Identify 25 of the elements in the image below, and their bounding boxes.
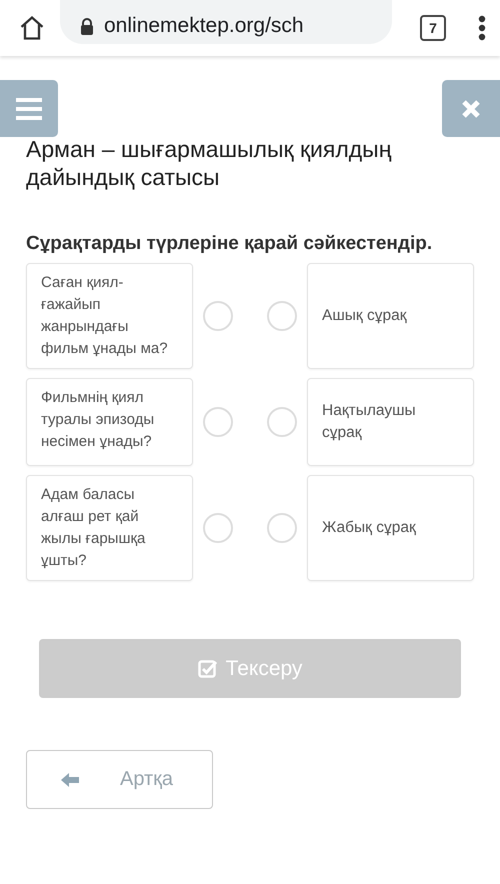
question-card[interactable]: Саған қиял-ғажайып жанрындағы фильм ұнады ма? <box>26 263 193 369</box>
close-button[interactable] <box>442 80 500 137</box>
menu-button[interactable] <box>0 80 58 137</box>
question-text: Сұрақтарды түрлеріне қарай сәйкестендір. <box>26 232 434 256</box>
address-bar[interactable]: onlinemektep.org/sch <box>60 0 392 44</box>
match-radio[interactable] <box>203 301 233 331</box>
arrow-left-icon <box>60 772 80 788</box>
match-radio[interactable] <box>203 513 233 543</box>
match-radio[interactable] <box>267 407 297 437</box>
answer-card[interactable]: Нақтылаушы сұрақ <box>307 378 474 466</box>
lesson-title: Арман – шығармашылық қиялдың дайындық сатысы <box>26 135 392 191</box>
answer-card[interactable]: Жабық сұрақ <box>307 475 474 581</box>
question-card[interactable]: Фильмнің қиял туралы эпизоды несімен ұнады? <box>26 378 193 466</box>
close-icon <box>461 98 481 118</box>
match-radio[interactable] <box>267 513 297 543</box>
match-radio[interactable] <box>267 301 297 331</box>
lock-icon <box>80 18 94 34</box>
home-icon[interactable] <box>18 14 46 42</box>
question-card[interactable]: Адам баласы алғаш рет қай жылы ғарышқа ұшты? <box>26 475 193 581</box>
checkbox-icon <box>198 658 218 678</box>
match-radio[interactable] <box>203 407 233 437</box>
menu-icon <box>16 98 42 120</box>
tab-count-button[interactable]: 7 <box>420 15 446 41</box>
more-menu-icon[interactable] <box>478 15 486 41</box>
answer-card[interactable]: Ашық сұрақ <box>307 263 474 369</box>
